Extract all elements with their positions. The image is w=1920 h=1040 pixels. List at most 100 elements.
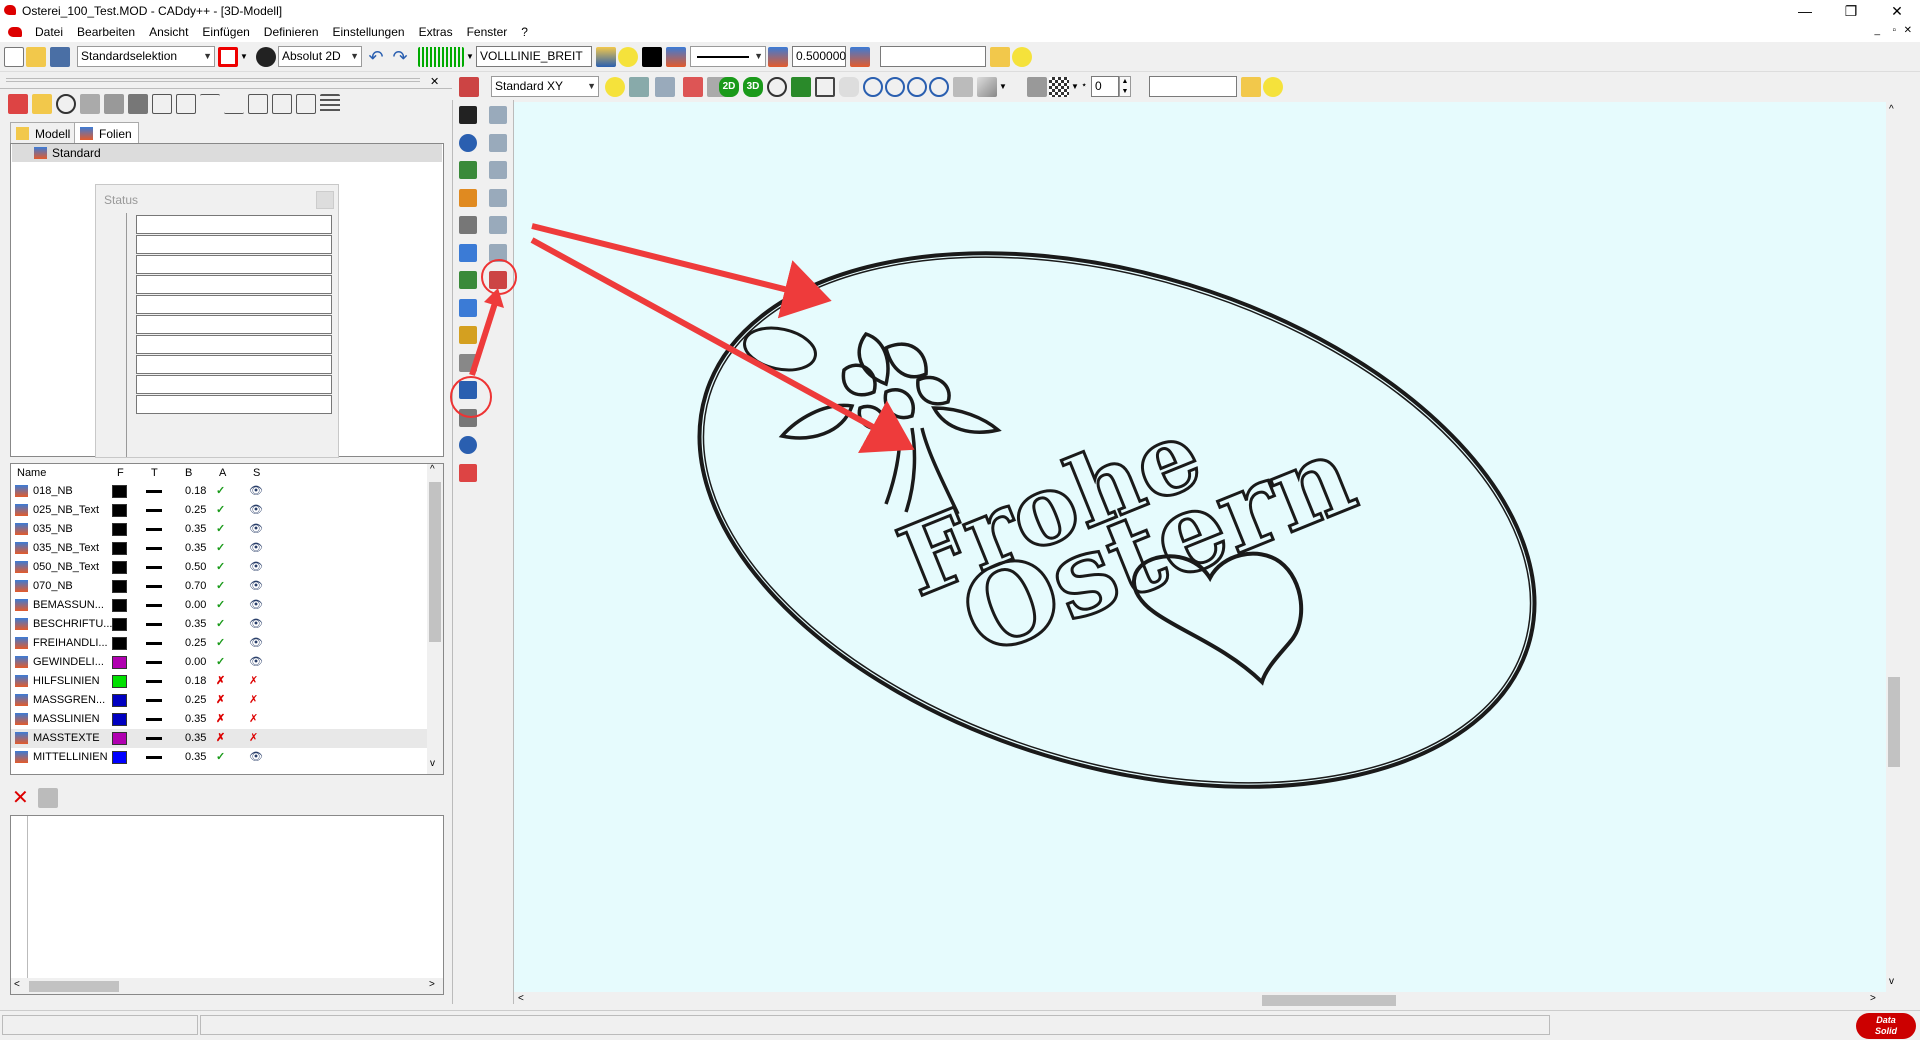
line-style-select[interactable]: ▼ — [690, 46, 766, 67]
layer-visible-toggle[interactable]: ✗ — [249, 729, 265, 748]
solid-box-dropdown-icon[interactable]: ▼ — [999, 82, 1007, 91]
solid-box-icon[interactable] — [977, 77, 997, 97]
panel-tool-7-icon[interactable] — [152, 94, 172, 114]
layer-active-toggle[interactable]: ✓ — [216, 520, 232, 539]
color-swatch[interactable] — [642, 47, 662, 67]
rotate-icon[interactable] — [459, 161, 477, 179]
pattern-icon[interactable] — [1049, 77, 1069, 97]
zoom-all-icon[interactable] — [907, 77, 927, 97]
panel-tool-5-icon[interactable] — [104, 94, 124, 114]
layer-width[interactable]: 0.35 — [185, 748, 215, 767]
undo-icon[interactable]: ↶ — [366, 47, 386, 67]
layer-row[interactable]: MASSLINIEN 0.35 ✗ ✗ — [11, 710, 427, 729]
layer-active-toggle[interactable]: ✓ — [216, 653, 232, 672]
layer-visible-toggle[interactable]: 👁 — [249, 615, 265, 634]
layer-row[interactable]: 018_NB 0.18 ✓ 👁 — [11, 482, 427, 501]
folder-light-icon[interactable] — [1241, 77, 1261, 97]
layer-linetype[interactable] — [146, 604, 162, 607]
layer-paint-icon[interactable] — [38, 788, 58, 808]
panel-tool-1-icon[interactable] — [8, 94, 28, 114]
bulb-search-icon[interactable] — [1263, 77, 1283, 97]
layer-width[interactable]: 0.18 — [185, 482, 215, 501]
layer-row[interactable]: 050_NB_Text 0.50 ✓ 👁 — [11, 558, 427, 577]
layer-color-swatch[interactable] — [112, 599, 127, 612]
grid-icon[interactable] — [418, 47, 464, 67]
layer-color-swatch[interactable] — [112, 694, 127, 707]
layer-color-swatch[interactable] — [112, 713, 127, 726]
restore-button[interactable]: ❐ — [1828, 0, 1874, 22]
layer-row[interactable]: FREIHANDLI... 0.25 ✓ 👁 — [11, 634, 427, 653]
scissors-icon[interactable] — [459, 216, 477, 234]
minimize-button[interactable]: — — [1782, 0, 1828, 22]
new-file-icon[interactable] — [4, 47, 24, 67]
layer-color-swatch[interactable] — [112, 523, 127, 536]
level-spinner[interactable]: ▲ ▼ — [1119, 76, 1131, 97]
layer-width[interactable]: 0.35 — [185, 615, 215, 634]
line-type-field[interactable]: VOLLLINIE_BREIT — [476, 46, 592, 67]
layer-color-swatch[interactable] — [112, 561, 127, 574]
selection-mode-select[interactable]: Standardselektion ▼ — [77, 46, 215, 67]
panel-tool-9-icon[interactable] — [200, 94, 220, 114]
layer-linetype[interactable] — [146, 566, 162, 569]
layer-color-swatch[interactable] — [112, 732, 127, 745]
layer-width[interactable]: 0.35 — [185, 729, 215, 748]
layer-width[interactable]: 0.50 — [185, 558, 215, 577]
layer-width[interactable]: 0.00 — [185, 596, 215, 615]
layer-color-swatch[interactable] — [112, 580, 127, 593]
layer-width[interactable]: 0.35 — [185, 520, 215, 539]
menu-help[interactable]: ? — [514, 25, 535, 39]
mdi-close-button[interactable]: ✕ — [1904, 25, 1912, 36]
layer-row[interactable]: MASSTEXTE 0.35 ✗ ✗ — [11, 729, 427, 748]
layer-width[interactable]: 0.25 — [185, 634, 215, 653]
layer-visible-toggle[interactable]: ✗ — [249, 691, 265, 710]
canvas-vscroll-thumb[interactable] — [1888, 677, 1900, 767]
pencil-icon[interactable] — [459, 188, 477, 207]
view-2d-button[interactable]: 2D — [719, 77, 739, 97]
folder-search-icon[interactable] — [990, 47, 1010, 67]
props-scroll-thumb[interactable] — [29, 981, 119, 992]
layer-active-toggle[interactable]: ✓ — [216, 501, 232, 520]
measure-icon[interactable] — [683, 77, 703, 97]
zoom-out-icon[interactable] — [885, 77, 905, 97]
pattern-dropdown-icon[interactable]: ▼ — [1071, 82, 1079, 91]
col-f[interactable]: F — [117, 464, 124, 482]
layer-width[interactable]: 0.70 — [185, 577, 215, 596]
layer-active-toggle[interactable]: ✗ — [216, 710, 232, 729]
zoom-extents-icon[interactable] — [929, 77, 949, 97]
layer-row[interactable]: GEWINDELI... 0.00 ✓ 👁 — [11, 653, 427, 672]
redo-icon[interactable]: ↷ — [390, 47, 410, 67]
panel-tool-12-icon[interactable] — [272, 94, 292, 114]
layer-width[interactable]: 0.25 — [185, 501, 215, 520]
layer-linetype[interactable] — [146, 680, 162, 683]
layer-width[interactable]: 0.35 — [185, 539, 215, 558]
layer-active-toggle[interactable]: ✓ — [216, 577, 232, 596]
panel-tool-3-icon[interactable] — [56, 94, 76, 114]
menu-extras[interactable]: Extras — [412, 25, 460, 39]
layer-linetype[interactable] — [146, 661, 162, 664]
layer-visible-toggle[interactable]: 👁 — [249, 558, 265, 577]
panel-close-icon[interactable]: ✕ — [430, 75, 439, 88]
layer-active-toggle[interactable]: ✗ — [216, 729, 232, 748]
canvas-scroll-up-icon[interactable]: ^ — [1889, 104, 1894, 115]
layer-linetype[interactable] — [146, 509, 162, 512]
layer-properties-icon[interactable] — [850, 47, 870, 67]
col-name[interactable]: Name — [17, 464, 46, 482]
layer-row[interactable]: HILFSLINIEN 0.18 ✗ ✗ — [11, 672, 427, 691]
layer-color-swatch[interactable] — [112, 637, 127, 650]
coordinate-mode-select[interactable]: Absolut 2D ▼ — [278, 46, 362, 67]
layer-visible-toggle[interactable]: 👁 — [249, 748, 265, 767]
layer-width[interactable]: 0.00 — [185, 653, 215, 672]
layer-color-swatch[interactable] — [112, 618, 127, 631]
layer-active-toggle[interactable]: ✗ — [216, 691, 232, 710]
panel-tool-4-icon[interactable] — [80, 94, 100, 114]
layer-linetype[interactable] — [146, 699, 162, 702]
layer-visible-toggle[interactable]: 👁 — [249, 596, 265, 615]
numbering-icon[interactable] — [489, 188, 507, 207]
menu-fenster[interactable]: Fenster — [460, 25, 515, 39]
layer-active-toggle[interactable]: ✓ — [216, 634, 232, 653]
text-abc-icon[interactable] — [489, 216, 507, 234]
layer-row[interactable]: BESCHRIFTU... 0.35 ✓ 👁 — [11, 615, 427, 634]
hatch-color-icon[interactable] — [1027, 77, 1047, 97]
view-select[interactable]: Standard XY ▼ — [491, 76, 599, 97]
mdi-minimize-button[interactable]: _ — [1874, 25, 1880, 36]
